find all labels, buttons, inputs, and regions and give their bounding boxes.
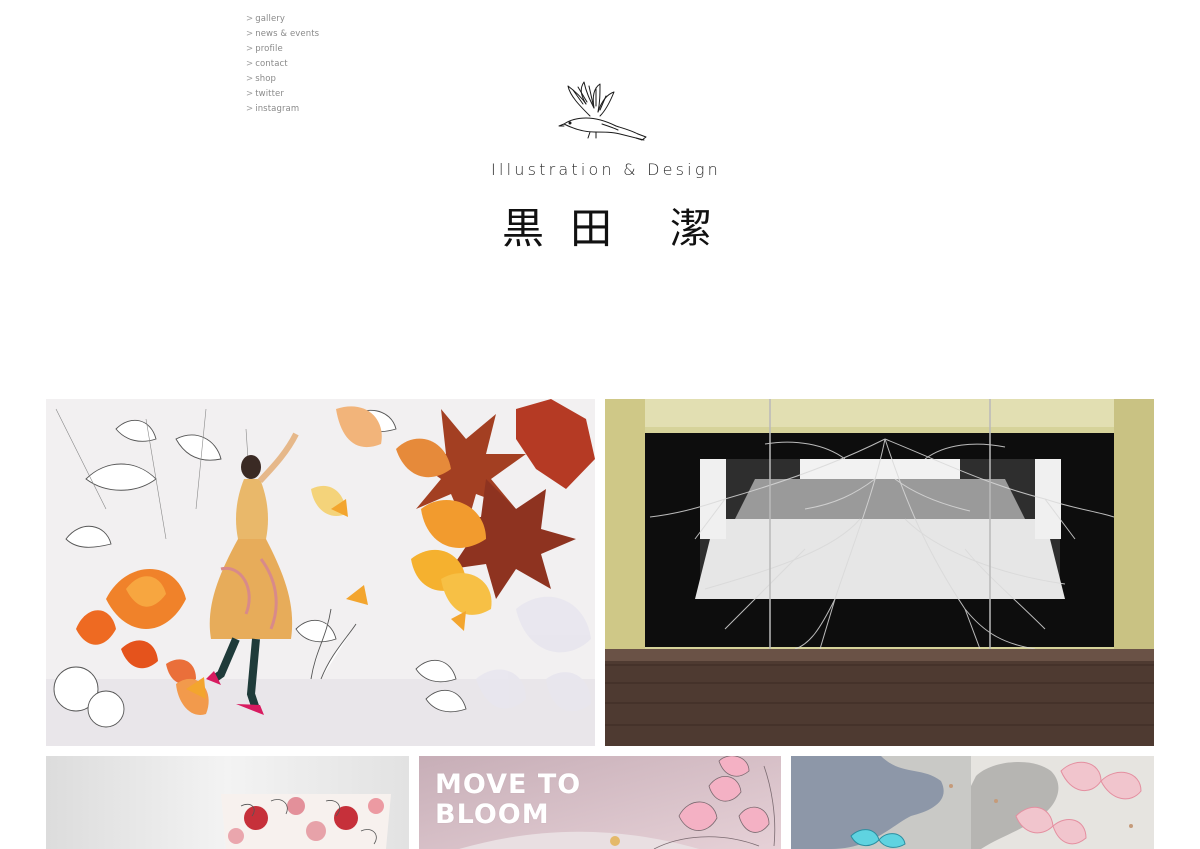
nav-item-label: profile [255,44,283,54]
nav-item-gallery[interactable]: > gallery [246,12,319,27]
gallery-tile-floral-cushion[interactable] [46,756,409,849]
gallery-tile-window-display-branches[interactable] [605,399,1154,746]
artist-name-char: 田 [570,204,613,253]
nav-item-shop[interactable]: > shop [246,72,319,87]
nav-item-label: shop [255,74,277,84]
site-tagline: Illustration & Design [491,160,721,179]
caption-line: BLOOM [435,799,550,830]
nav-item-contact[interactable]: > contact [246,57,319,72]
caption-line: MOVE TO [435,769,582,800]
site-nav: > gallery > news & events > profile > contac… [246,12,319,117]
nav-item-profile[interactable]: > profile [246,42,319,57]
nav-item-label: twitter [255,89,284,99]
artist-name-char: 潔 [670,204,713,253]
nav-arrow: > [246,74,254,84]
gallery-tile-paper-butterflies[interactable] [791,756,1154,849]
nav-item-label: instagram [255,104,300,114]
nav-item-instagram[interactable]: > instagram [246,102,319,117]
nav-arrow: > [246,14,254,24]
nav-item-label: gallery [255,14,286,24]
nav-arrow: > [246,29,254,39]
gallery-tile-move-to-bloom[interactable]: MOVE TO BLOOM [419,756,781,849]
nav-arrow: > [246,44,254,54]
gallery-tile-autumn-paper-leaves[interactable] [46,399,595,746]
artist-name-char: 黒 [502,204,545,253]
nav-arrow: > [246,89,254,99]
nav-item-news-events[interactable]: > news & events [246,27,319,42]
nav-arrow: > [246,104,254,114]
nav-item-label: contact [255,59,288,69]
nav-item-label: news & events [255,29,320,39]
artist-name: 黒 田 潔 [502,202,712,256]
nav-arrow: > [246,59,254,69]
bird-icon[interactable] [556,80,650,144]
move-to-bloom-caption: MOVE TO BLOOM [435,770,581,830]
nav-item-twitter[interactable]: > twitter [246,87,319,102]
